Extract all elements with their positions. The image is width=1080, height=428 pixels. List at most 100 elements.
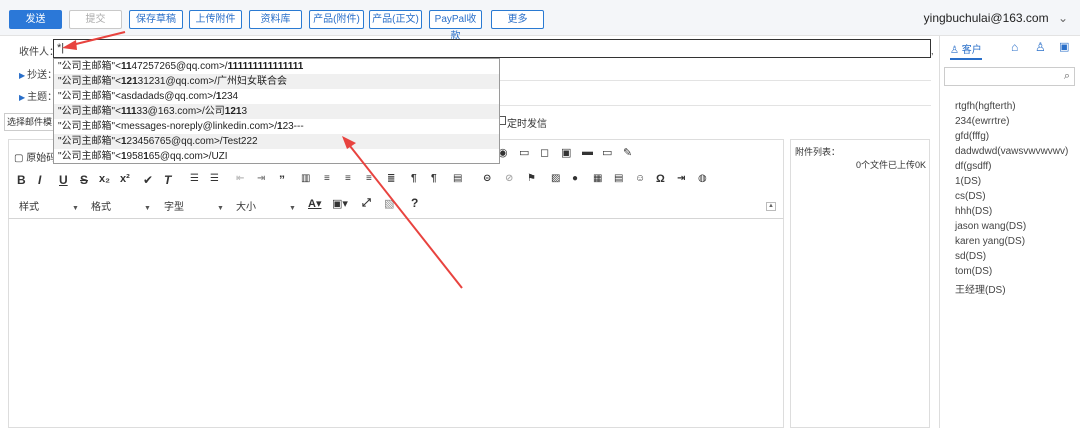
email-body-editor[interactable] [8,219,784,428]
collapse-toolbar-icon[interactable]: ▲ [766,202,776,211]
item-text: "公司主邮箱"<asdadads@qq.com>/ [58,91,216,102]
source-code-button[interactable]: ▢ 原始码 [14,149,56,164]
match-highlight: 111 [120,106,137,117]
special-char-icon[interactable]: Ω [656,173,665,185]
unordered-list-icon[interactable]: ☰ [210,173,219,184]
item-text: "公司主邮箱"< [58,76,121,87]
autocomplete-item[interactable]: "公司主邮箱"<11133@163.com>/公司1213 [54,104,499,119]
align-center-icon[interactable]: ≡ [345,173,351,184]
size-combo[interactable]: 大小 ▼ [236,198,296,213]
person-icon[interactable]: ♙ [1035,40,1046,54]
textarea-icon[interactable]: ◻ [540,146,549,159]
item-text: 958 [126,151,144,162]
justify-icon[interactable]: ≣ [387,173,395,184]
bg-color-icon[interactable]: ▣▾ [332,197,348,210]
outdent-icon[interactable]: ⇤ [236,173,244,184]
contact-item[interactable]: df(gsdff) [955,161,992,172]
library-button[interactable]: 资料库 [249,10,302,29]
contact-item[interactable]: jason wang(DS) [955,221,1026,232]
autocomplete-item[interactable]: "公司主邮箱"<messages-noreply@linkedin.com>/1… [54,119,499,134]
bold-icon[interactable]: B [17,173,26,187]
subscript-icon[interactable]: x₂ [99,173,110,185]
store-icon[interactable]: ⌂ [1011,40,1018,54]
table-icon[interactable]: ▦ [593,173,602,184]
page-break-icon[interactable]: ⇥ [677,173,685,184]
underline-icon[interactable]: U [59,173,68,187]
remove-format-icon[interactable]: T [164,173,171,187]
anchor-flag-icon[interactable]: ⚑ [527,173,536,184]
subject-toggle[interactable]: ▶ 主题： [19,88,57,103]
expand-triangle-icon: ▶ [19,93,26,102]
format-painter-icon[interactable]: ✔ [143,173,153,187]
superscript-icon[interactable]: x² [120,173,130,185]
hidden-field-icon[interactable]: ✎ [623,146,632,159]
button-icon[interactable]: ▬ [582,146,593,158]
autocomplete-item[interactable]: "公司主邮箱"<123456765@qq.com>/Test222 [54,134,499,149]
rtl-icon[interactable]: ¶ [431,173,437,184]
user-account-menu[interactable]: yingbuchulai@163.com ⌄ [924,11,1068,25]
image-button-icon[interactable]: ▭ [602,146,612,159]
text-color-icon[interactable]: A▾ [308,197,321,210]
address-book-icon[interactable]: ▣ [1059,40,1069,53]
emoji-icon[interactable]: ☺ [635,173,645,184]
product-body-button[interactable]: 产品(正文) [369,10,422,29]
align-right-icon[interactable]: ≡ [366,173,372,184]
contact-item[interactable]: gfd(fffg) [955,131,989,142]
paypal-button[interactable]: PayPal收款 [429,10,482,42]
image-icon[interactable]: ▨ [551,173,560,184]
to-input[interactable]: *| [53,39,931,58]
contact-item[interactable]: cs(DS) [955,191,986,202]
unlink-icon[interactable]: ⊘ [505,173,513,184]
strikethrough-icon[interactable]: S [80,173,88,187]
autocomplete-item[interactable]: "公司主邮箱"<12131231@qq.com>/广州妇女联合会 [54,74,499,89]
contact-item[interactable]: 234(ewrrtre) [955,116,1009,127]
autocomplete-item[interactable]: "公司主邮箱"<asdadads@qq.com>/1234 [54,89,499,104]
contact-search-input[interactable]: ⌕ [944,67,1075,86]
format-combo-label: 格式 [91,202,111,213]
schedule-label: 定时发信 [507,119,547,130]
align-left-icon[interactable]: ≡ [324,173,330,184]
contact-item[interactable]: rtgfh(hgfterth) [955,101,1016,112]
contact-item[interactable]: 王经理(DS) [955,281,1006,296]
contact-item[interactable]: dadwdwd(vawsvwvwvwv) [955,146,1068,157]
cc-toggle[interactable]: ▶ 抄送： [19,66,57,81]
font-combo[interactable]: 字型 ▼ [164,198,224,213]
link-icon[interactable]: ⊝ [483,173,491,184]
textbox-icon[interactable]: ▭ [519,146,529,159]
iframe-globe-icon[interactable]: ◍ [698,173,707,184]
help-icon[interactable]: ? [411,196,418,210]
flash-icon[interactable]: ● [572,173,578,184]
tab-customer-label: 客户 [961,45,982,56]
show-blocks-icon[interactable]: ▧ [384,197,394,210]
upload-attachment-button[interactable]: 上传附件 [189,10,242,29]
horizontal-rule-icon[interactable]: ▤ [614,173,623,184]
tab-customer[interactable]: ♙ 客户 [950,41,982,60]
contact-item[interactable]: tom(DS) [955,266,992,277]
contact-item[interactable]: hhh(DS) [955,206,992,217]
save-draft-button[interactable]: 保存草稿 [129,10,183,29]
send-button[interactable]: 发送 [9,10,62,29]
language-icon[interactable]: ▤ [453,173,462,184]
autocomplete-item[interactable]: "公司主邮箱"<1958165@qq.com>/UZI [54,149,499,163]
contact-item[interactable]: 1(DS) [955,176,981,187]
product-attachment-button[interactable]: 产品(附件) [309,10,364,29]
autocomplete-item[interactable]: "公司主邮箱"<1147257265@qq.com>/1111111111111… [54,59,499,74]
contact-item[interactable]: karen yang(DS) [955,236,1025,247]
search-icon[interactable]: ⌕ [1064,70,1070,83]
compose-toolbar: 发送 提交 保存草稿 上传附件 资料库 产品(附件) 产品(正文) PayPal… [0,0,1080,42]
ltr-icon[interactable]: ¶ [411,173,417,184]
italic-icon[interactable]: I [38,173,41,187]
indent-icon[interactable]: ⇥ [257,173,265,184]
match-highlight: 121 [224,106,242,117]
more-button[interactable]: 更多 [491,10,544,29]
maximize-icon[interactable]: ⤢ [362,197,371,210]
ordered-list-icon[interactable]: ☰ [190,173,199,184]
style-combo[interactable]: 样式 ▼ [19,198,79,213]
template-select[interactable]: 选择邮件模 [4,113,54,131]
submit-button[interactable]: 提交 [69,10,122,29]
format-combo[interactable]: 格式 ▼ [91,198,151,213]
blockquote-icon[interactable]: ” [279,173,285,187]
div-container-icon[interactable]: ▥ [301,173,310,184]
select-box-icon[interactable]: ▣ [561,146,571,159]
contact-item[interactable]: sd(DS) [955,251,986,262]
